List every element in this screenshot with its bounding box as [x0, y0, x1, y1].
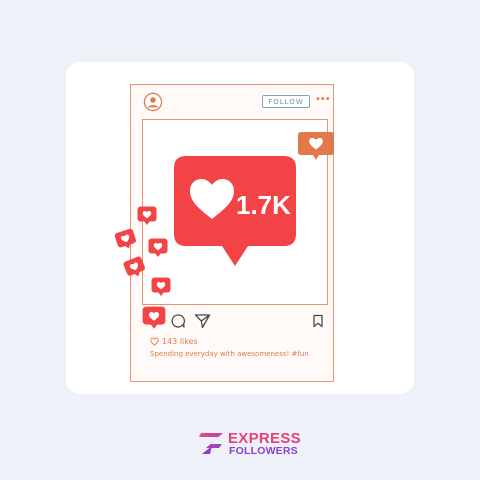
brand-name-followers: FOLLOWERS — [229, 445, 298, 457]
bookmark-icon[interactable] — [312, 314, 324, 328]
mini-like-notification — [151, 277, 171, 296]
comment-icon[interactable] — [170, 313, 186, 329]
likes-row: 143 likes — [150, 335, 198, 347]
heart-icon — [150, 337, 159, 346]
user-avatar-icon[interactable] — [143, 92, 163, 112]
post-caption: Spending everyday with awesomeness! #fun — [150, 350, 309, 358]
orange-like-notification — [298, 132, 334, 160]
brand-name-express: EXPRESS — [228, 430, 301, 447]
express-followers-logo-icon — [199, 433, 223, 454]
likes-count: 143 likes — [162, 336, 198, 346]
share-icon[interactable] — [194, 313, 211, 329]
follow-button[interactable]: FOLLOW — [262, 95, 310, 108]
mini-like-notification — [148, 238, 168, 257]
mini-like-notification — [137, 206, 157, 225]
more-dots-icon[interactable]: ••• — [315, 95, 331, 106]
like-count-badge: 1.7K — [236, 190, 291, 220]
mini-like-notification — [142, 306, 166, 329]
